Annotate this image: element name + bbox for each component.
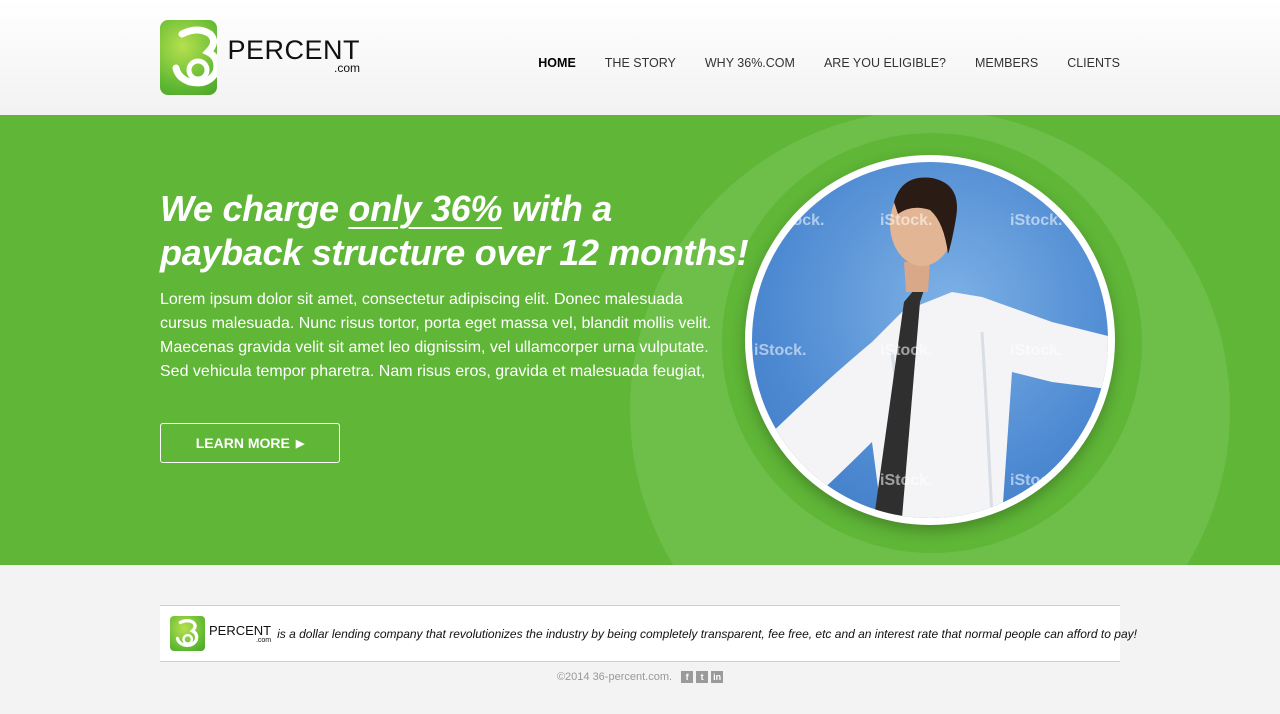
company-tagline: is a dollar lending company that revolut… [277, 626, 1137, 641]
watermark: iStock. [880, 342, 933, 359]
watermark: iStock. [1010, 342, 1063, 359]
chevron-right-icon: ▶ [295, 437, 305, 450]
hero-title-pre: We charge [160, 188, 349, 229]
nav-the-story[interactable]: THE STORY [605, 56, 676, 70]
copyright-row: ©2014 36-percent.com. f t in [0, 671, 1280, 683]
site-logo[interactable]: PERCENT .com [160, 20, 360, 95]
footer-logo-domain: .com [255, 636, 272, 644]
linkedin-icon[interactable]: in [711, 671, 724, 683]
nav-home[interactable]: HOME [538, 56, 576, 70]
logo-word: PERCENT [227, 35, 360, 65]
hero-photo: iStock. iStock. iStock. iStock. iStock. … [752, 162, 1108, 518]
nav-why[interactable]: WHY 36%.COM [705, 56, 795, 70]
logo-mark-icon [160, 20, 218, 95]
learn-more-button[interactable]: LEARN MORE ▶ [160, 423, 340, 463]
watermark: iStock. [1010, 472, 1063, 489]
facebook-icon[interactable]: f [681, 671, 694, 683]
footer-logo[interactable]: PERCENT .com [170, 616, 271, 651]
learn-more-label: LEARN MORE [195, 435, 290, 451]
footer-logo-word: PERCENT [209, 622, 272, 638]
twitter-icon[interactable]: t [696, 671, 709, 683]
nav-eligible[interactable]: ARE YOU ELIGIBLE? [824, 56, 946, 70]
social-links: f t in [678, 671, 724, 683]
logo-mark-icon [170, 616, 205, 651]
main-nav: HOME THE STORY WHY 36%.COM ARE YOU ELIGI… [509, 56, 1120, 70]
hero-banner: We charge only 36% with a payback struct… [0, 115, 1280, 565]
watermark: iStock. [1010, 212, 1063, 229]
hero-body: Lorem ipsum dolor sit amet, consectetur … [160, 291, 712, 380]
watermark: iStock. [880, 212, 933, 229]
watermark: iStock. [880, 472, 933, 489]
copyright-text: ©2014 36-percent.com. [556, 671, 673, 683]
company-info-bar: PERCENT .com is a dollar lending company… [160, 605, 1137, 662]
hero-title: We charge only 36% with a payback struct… [160, 187, 760, 275]
nav-clients[interactable]: CLIENTS [1067, 56, 1120, 70]
watermark: iStock. [754, 342, 807, 359]
nav-members[interactable]: MEMBERS [975, 56, 1038, 70]
hero-title-highlight: only 36% [348, 188, 503, 229]
watermark: iStock. [772, 212, 825, 229]
hero-photo-frame: iStock. iStock. iStock. iStock. iStock. … [745, 155, 1115, 525]
site-header: PERCENT .com HOME THE STORY WHY 36%.COM … [0, 0, 1280, 115]
